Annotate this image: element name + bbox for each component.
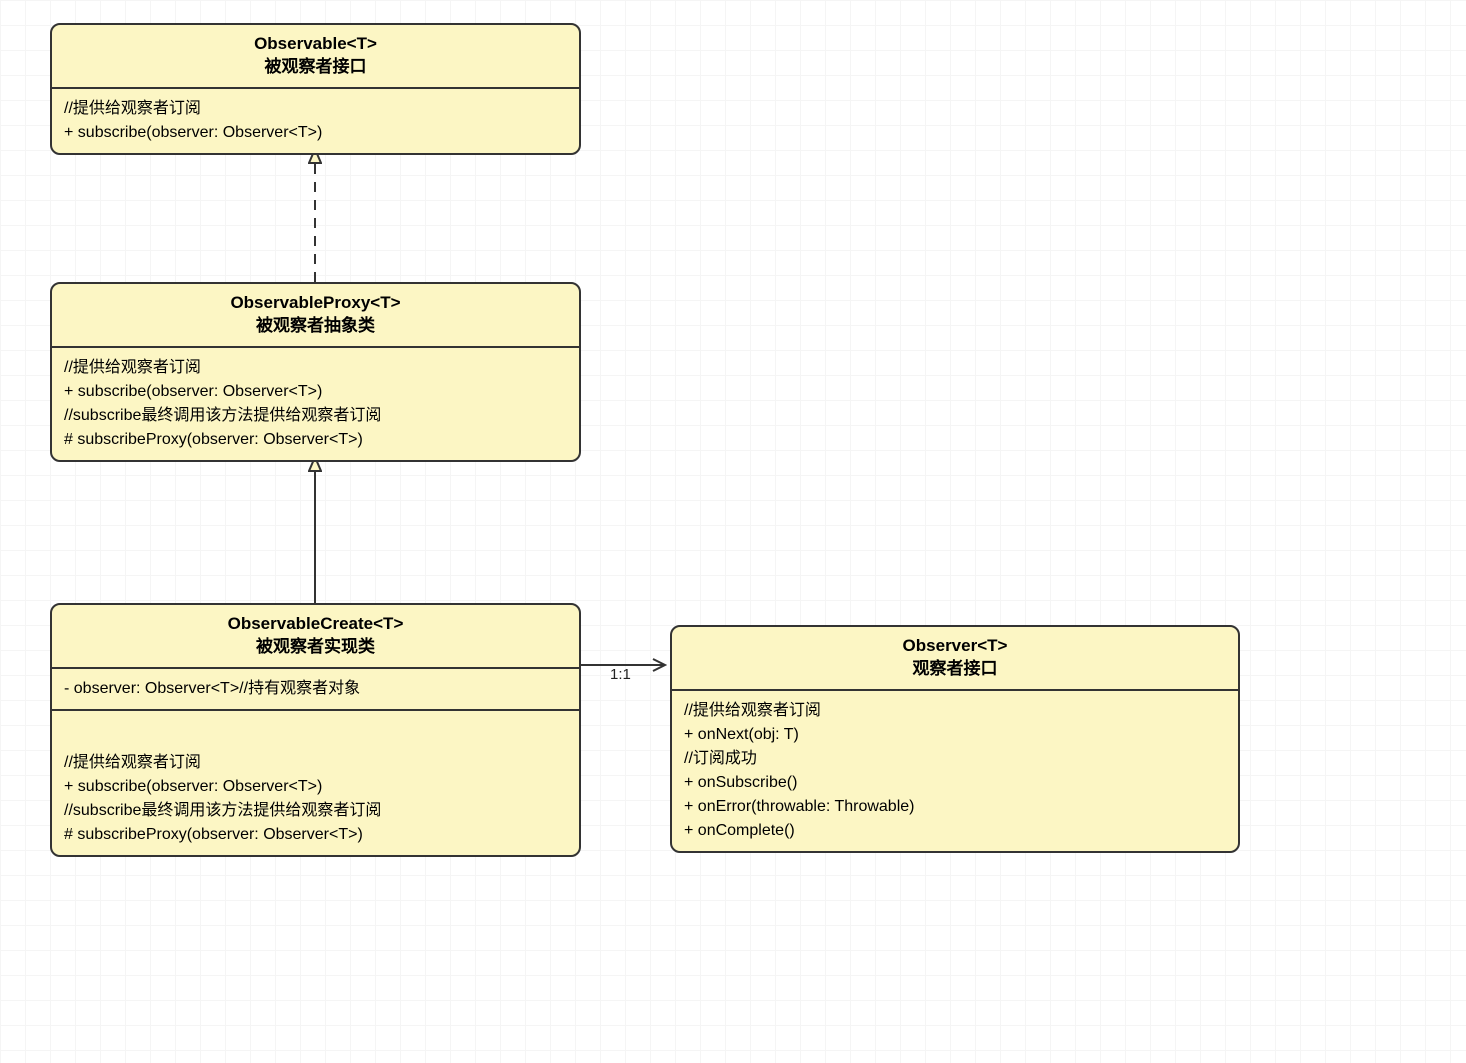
class-title: ObservableProxy<T> 被观察者抽象类 (52, 284, 579, 348)
connectors-layer (0, 0, 1466, 1063)
class-observable-proxy[interactable]: ObservableProxy<T> 被观察者抽象类 //提供给观察者订阅 + … (50, 282, 581, 462)
member-line: # subscribeProxy(observer: Observer<T>) (64, 428, 567, 452)
association-label: 1:1 (610, 666, 631, 683)
member-line: //提供给观察者订阅 (684, 699, 1226, 723)
class-members: //提供给观察者订阅 + subscribe(observer: Observe… (52, 89, 579, 153)
member-line: + onError(throwable: Throwable) (684, 795, 1226, 819)
class-name: Observable<T> (62, 33, 569, 56)
member-line: + subscribe(observer: Observer<T>) (64, 121, 567, 145)
class-members: //提供给观察者订阅 + subscribe(observer: Observe… (52, 348, 579, 460)
class-title: Observable<T> 被观察者接口 (52, 25, 579, 89)
class-attributes: - observer: Observer<T>//持有观察者对象 (52, 669, 579, 709)
member-line: //subscribe最终调用该方法提供给观察者订阅 (64, 799, 567, 823)
class-title: Observer<T> 观察者接口 (672, 627, 1238, 691)
member-line: //提供给观察者订阅 (64, 97, 567, 121)
class-stereotype: 观察者接口 (682, 658, 1228, 681)
class-title: ObservableCreate<T> 被观察者实现类 (52, 605, 579, 669)
member-line: + subscribe(observer: Observer<T>) (64, 775, 567, 799)
class-stereotype: 被观察者实现类 (62, 636, 569, 659)
class-observable[interactable]: Observable<T> 被观察者接口 //提供给观察者订阅 + subscr… (50, 23, 581, 155)
class-name: ObservableCreate<T> (62, 613, 569, 636)
class-stereotype: 被观察者接口 (62, 56, 569, 79)
diagram-canvas: 1:1 Observable<T> 被观察者接口 //提供给观察者订阅 + su… (0, 0, 1466, 1063)
class-members: //提供给观察者订阅 + subscribe(observer: Observe… (52, 709, 579, 855)
class-observer[interactable]: Observer<T> 观察者接口 //提供给观察者订阅 + onNext(ob… (670, 625, 1240, 853)
member-line: # subscribeProxy(observer: Observer<T>) (64, 823, 567, 847)
class-stereotype: 被观察者抽象类 (62, 315, 569, 338)
member-line: //订阅成功 (684, 747, 1226, 771)
member-line: + subscribe(observer: Observer<T>) (64, 380, 567, 404)
member-line: + onSubscribe() (684, 771, 1226, 795)
member-line: + onNext(obj: T) (684, 723, 1226, 747)
class-observable-create[interactable]: ObservableCreate<T> 被观察者实现类 - observer: … (50, 603, 581, 857)
class-members: //提供给观察者订阅 + onNext(obj: T) //订阅成功 + onS… (672, 691, 1238, 851)
member-line: //subscribe最终调用该方法提供给观察者订阅 (64, 404, 567, 428)
member-line: + onComplete() (684, 819, 1226, 843)
attribute-line: - observer: Observer<T>//持有观察者对象 (64, 677, 567, 701)
member-line: //提供给观察者订阅 (64, 356, 567, 380)
class-name: Observer<T> (682, 635, 1228, 658)
class-name: ObservableProxy<T> (62, 292, 569, 315)
member-line: //提供给观察者订阅 (64, 751, 567, 775)
